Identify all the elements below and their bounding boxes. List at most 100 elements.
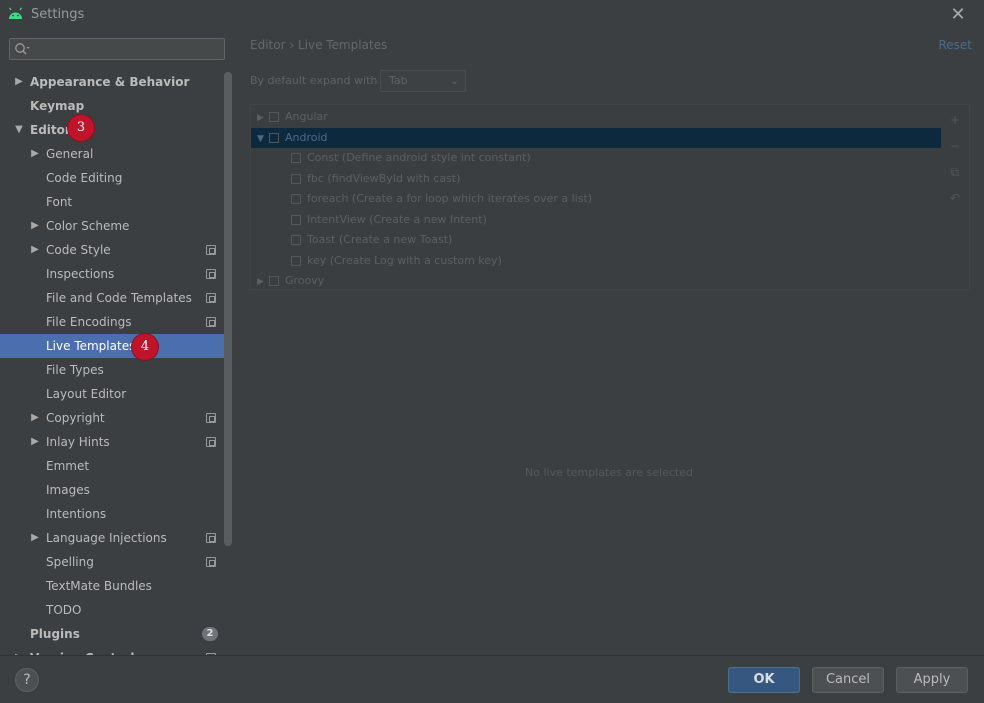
sidebar-item-appearance-behavior[interactable]: ▶ Appearance & Behavior bbox=[0, 70, 232, 94]
collapsed-arrow-icon[interactable]: ▶ bbox=[30, 526, 40, 550]
sidebar-item-spelling[interactable]: Spelling bbox=[0, 550, 232, 574]
collapsed-arrow-icon[interactable]: ▶ bbox=[30, 406, 40, 430]
copy-icon[interactable]: ⧉ bbox=[945, 165, 965, 191]
sidebar-item-font[interactable]: Font bbox=[0, 190, 232, 214]
template-toolbar: + − ⧉ ↶ bbox=[945, 113, 965, 217]
template-item-row[interactable]: Toast (Create a new Toast) bbox=[251, 230, 941, 250]
sidebar-item-file-types[interactable]: File Types bbox=[0, 358, 232, 382]
sidebar-item-live-templates[interactable]: Live Templates bbox=[0, 334, 232, 358]
minus-icon[interactable]: − bbox=[945, 139, 965, 165]
template-item-row[interactable]: fbc (findViewById with cast) bbox=[251, 169, 941, 189]
sidebar-item-intentions[interactable]: Intentions bbox=[0, 502, 232, 526]
template-group-row[interactable]: ▶ Angular bbox=[251, 107, 941, 127]
project-scope-icon bbox=[206, 413, 216, 423]
live-templates-panel: Editor › Live Templates Reset By default… bbox=[234, 30, 984, 655]
collapsed-arrow-icon[interactable]: ▶ bbox=[30, 142, 40, 166]
sidebar-item-label: Intentions bbox=[46, 507, 107, 521]
template-item-row[interactable]: Const (Define android style int constant… bbox=[251, 148, 941, 168]
breadcrumb: Editor › Live Templates bbox=[250, 38, 388, 52]
sidebar-item-code-style[interactable]: ▶ Code Style bbox=[0, 238, 232, 262]
template-label: Android bbox=[285, 130, 328, 144]
dialog-footer: ? OK Cancel Apply bbox=[0, 655, 984, 703]
template-label: key (Create Log with a custom key) bbox=[307, 253, 502, 267]
sidebar-item-emmet[interactable]: Emmet bbox=[0, 454, 232, 478]
collapsed-arrow-icon[interactable]: ▶ bbox=[30, 238, 40, 262]
sidebar-item-color-scheme[interactable]: ▶ Color Scheme bbox=[0, 214, 232, 238]
sidebar-item-version-control[interactable]: ▶ Version Control bbox=[0, 646, 232, 655]
sidebar-scrollbar[interactable] bbox=[224, 72, 232, 546]
sidebar-item-file-and-code-templates[interactable]: File and Code Templates bbox=[0, 286, 232, 310]
step-badge-live-templates: 4 bbox=[132, 334, 158, 360]
collapsed-arrow-icon[interactable]: ▶ bbox=[257, 108, 269, 128]
close-icon[interactable]: ✕ bbox=[948, 5, 968, 25]
project-scope-icon bbox=[206, 293, 216, 303]
sidebar-item-code-editing[interactable]: Code Editing bbox=[0, 166, 232, 190]
plus-icon[interactable]: + bbox=[945, 113, 965, 139]
sidebar-item-label: Code Editing bbox=[46, 171, 123, 185]
template-checkbox[interactable] bbox=[291, 214, 301, 225]
sidebar-item-label: File and Code Templates bbox=[46, 291, 192, 305]
template-checkbox[interactable] bbox=[291, 153, 301, 163]
search-icon bbox=[15, 43, 30, 55]
sidebar-item-file-encodings[interactable]: File Encodings bbox=[0, 310, 232, 334]
template-checkbox[interactable] bbox=[291, 255, 301, 266]
template-checkbox[interactable] bbox=[269, 112, 279, 122]
sidebar-item-keymap[interactable]: Keymap bbox=[0, 94, 232, 118]
android-icon bbox=[9, 7, 22, 19]
sidebar-item-inlay-hints[interactable]: ▶ Inlay Hints bbox=[0, 430, 232, 454]
reset-link[interactable]: Reset bbox=[938, 38, 972, 52]
sidebar-item-editor[interactable]: ▼ Editor bbox=[0, 118, 232, 142]
sidebar-item-images[interactable]: Images bbox=[0, 478, 232, 502]
sidebar-item-layout-editor[interactable]: Layout Editor bbox=[0, 382, 232, 406]
sidebar-item-label: Code Style bbox=[46, 243, 111, 257]
sidebar-item-label: Inlay Hints bbox=[46, 435, 110, 449]
sidebar-item-textmate-bundles[interactable]: TextMate Bundles bbox=[0, 574, 232, 598]
sidebar-item-label: File Encodings bbox=[46, 315, 132, 329]
template-checkbox[interactable] bbox=[291, 173, 301, 184]
window-title: Settings bbox=[31, 7, 85, 22]
template-checkbox[interactable] bbox=[269, 276, 279, 286]
template-item-row[interactable]: IntentView (Create a new Intent) bbox=[251, 210, 941, 230]
search-box[interactable] bbox=[9, 38, 225, 60]
template-item-row[interactable]: key (Create Log with a custom key) bbox=[251, 251, 941, 271]
ok-button[interactable]: OK bbox=[728, 667, 800, 693]
update-count-badge: 2 bbox=[202, 627, 218, 641]
project-scope-icon bbox=[206, 437, 216, 447]
sidebar-item-label: Plugins bbox=[30, 627, 80, 641]
template-checkbox[interactable] bbox=[291, 194, 301, 204]
expanded-arrow-icon[interactable]: ▼ bbox=[257, 129, 269, 149]
cancel-button[interactable]: Cancel bbox=[812, 667, 884, 693]
sidebar-item-todo[interactable]: TODO bbox=[0, 598, 232, 622]
sidebar-item-label: Spelling bbox=[46, 555, 94, 569]
apply-button[interactable]: Apply bbox=[896, 667, 968, 693]
settings-tree: ▶ Appearance & Behavior Keymap ▼ Editor ▶ Gene… bbox=[0, 70, 232, 655]
sidebar-item-plugins[interactable]: Plugins 2 bbox=[0, 622, 232, 646]
sidebar-item-label: Keymap bbox=[30, 99, 85, 113]
template-checkbox[interactable] bbox=[269, 132, 279, 143]
settings-window: Settings ✕ ▶ Appearance & Behavior Keymap ▼… bbox=[0, 0, 984, 703]
template-label: Groovy bbox=[285, 274, 325, 287]
template-checkbox[interactable] bbox=[291, 235, 301, 245]
sidebar-item-label: Language Injections bbox=[46, 531, 167, 545]
sidebar-item-general[interactable]: ▶ General bbox=[0, 142, 232, 166]
expand-select-value: Tab bbox=[389, 74, 408, 87]
undo-icon[interactable]: ↶ bbox=[945, 191, 965, 217]
help-button[interactable]: ? bbox=[15, 668, 39, 692]
search-input[interactable] bbox=[34, 41, 220, 57]
collapsed-arrow-icon[interactable]: ▶ bbox=[14, 70, 24, 94]
template-group-row[interactable]: ▼ Android bbox=[251, 127, 941, 149]
expanded-arrow-icon[interactable]: ▼ bbox=[14, 118, 24, 142]
chevron-down-icon: ⌄ bbox=[449, 74, 459, 87]
sidebar-item-language-injections[interactable]: ▶ Language Injections bbox=[0, 526, 232, 550]
template-group-row[interactable]: ▶ Groovy bbox=[251, 271, 941, 291]
collapsed-arrow-icon[interactable]: ▶ bbox=[30, 430, 40, 454]
collapsed-arrow-icon[interactable]: ▶ bbox=[30, 214, 40, 238]
sidebar-item-copyright[interactable]: ▶ Copyright bbox=[0, 406, 232, 430]
sidebar-item-label: Font bbox=[46, 195, 73, 209]
template-item-row[interactable]: foreach (Create a for loop which iterate… bbox=[251, 189, 941, 209]
expand-select[interactable]: Tab ⌄ bbox=[380, 70, 466, 92]
sidebar-item-label: General bbox=[46, 147, 94, 161]
sidebar-item-inspections[interactable]: Inspections bbox=[0, 262, 232, 286]
collapsed-arrow-icon[interactable]: ▶ bbox=[14, 646, 24, 655]
collapsed-arrow-icon[interactable]: ▶ bbox=[257, 272, 269, 292]
